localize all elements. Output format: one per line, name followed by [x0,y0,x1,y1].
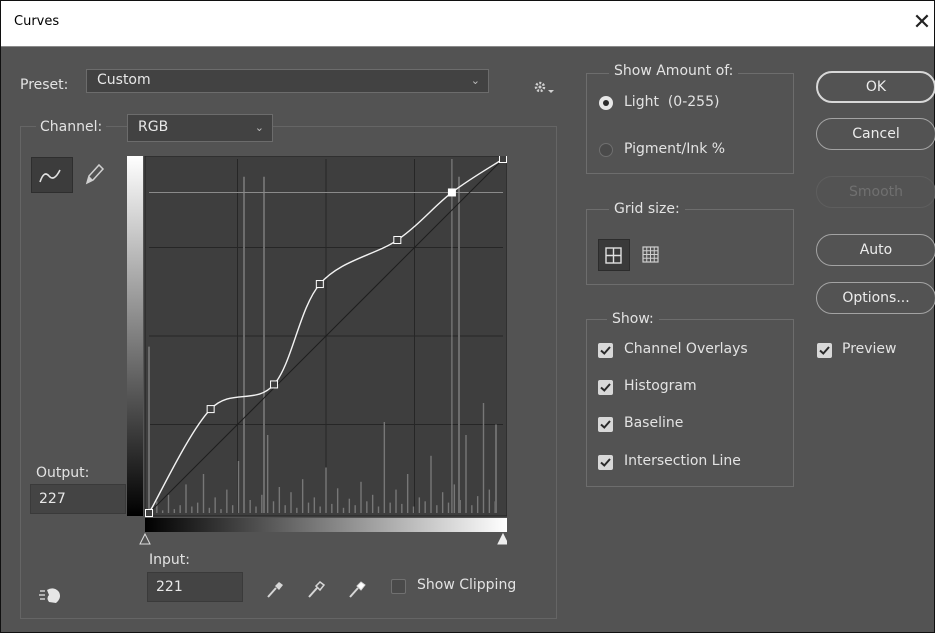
curve-graph[interactable] [127,156,507,554]
curve-control-point [447,188,456,197]
simple-grid-button[interactable] [598,239,630,271]
gray-point-eyedropper-icon[interactable] [304,577,328,601]
detailed-grid-icon[interactable] [638,241,664,269]
chevron-down-icon: ⌄ [254,121,264,134]
show-amount-title: Show Amount of: [609,63,739,79]
black-point-slider [139,532,151,545]
pencil-icon[interactable] [83,161,105,187]
targeted-adjustment-hand-icon[interactable] [36,584,66,608]
curve-control-point [315,280,324,289]
histogram-checkbox[interactable] [598,380,613,395]
close-icon[interactable]: ✕ [909,8,935,38]
input-label: Input: [149,552,190,568]
output-field[interactable]: 227 [30,484,126,514]
input-field[interactable]: 221 [147,572,243,602]
channel-overlays-label: Channel Overlays [624,341,748,357]
input-gradient-bar [145,518,507,532]
curve-control-point [393,236,402,245]
channel-label: Channel: [36,119,107,135]
channel-overlays-checkbox[interactable] [598,343,613,358]
baseline-label: Baseline [624,415,684,431]
preview-checkbox[interactable] [817,343,832,358]
output-label: Output: [36,465,90,481]
light-radio[interactable] [599,96,613,110]
chevron-down-icon: ⌄ [470,74,480,87]
intersection-line-label: Intersection Line [624,453,741,469]
gear-icon[interactable] [533,80,557,96]
show-clipping-checkbox[interactable] [391,579,406,594]
preset-dropdown[interactable]: Custom ⌄ [86,69,489,93]
smooth-button[interactable]: Smooth [816,176,935,208]
curve-tool-button[interactable] [31,157,73,193]
pigment-ink-radio-label: Pigment/Ink % [624,141,726,157]
intersection-line-checkbox[interactable] [598,455,613,470]
curve-control-point [499,156,507,163]
channel-dropdown[interactable]: RGB ⌄ [127,114,273,142]
black-point-eyedropper-icon[interactable] [263,577,287,601]
white-point-eyedropper-icon[interactable] [345,577,369,601]
show-clipping-label: Show Clipping [417,577,517,593]
light-radio-label: Light (0-255) [624,94,720,110]
cancel-button[interactable]: Cancel [816,118,935,150]
ok-button[interactable]: OK [816,71,935,103]
show-amount-group [586,73,794,174]
grid-size-title: Grid size: [609,201,685,217]
histogram-label: Histogram [624,378,697,394]
white-point-slider [497,532,507,545]
title-bar: Curves ✕ [1,1,934,47]
dialog-title: Curves [14,14,60,29]
output-gradient-bar [127,156,143,516]
curves-dialog: Curves ✕ Preset: Custom ⌄ Channel: RGB ⌄… [0,0,935,633]
curve-control-point [145,509,153,517]
preset-label: Preset: [20,77,69,93]
baseline-checkbox[interactable] [598,417,613,432]
preview-label: Preview [842,341,897,357]
simple-grid-icon [605,247,622,264]
show-title: Show: [607,311,659,327]
curve-control-point [270,380,279,389]
options-button[interactable]: Options... [816,282,935,314]
channel-value: RGB [138,119,169,135]
curve-tool-icon [39,169,61,183]
preset-value: Custom [97,72,151,88]
curve-control-point [206,405,215,414]
auto-button[interactable]: Auto [816,234,935,266]
pigment-ink-radio[interactable] [599,143,613,157]
